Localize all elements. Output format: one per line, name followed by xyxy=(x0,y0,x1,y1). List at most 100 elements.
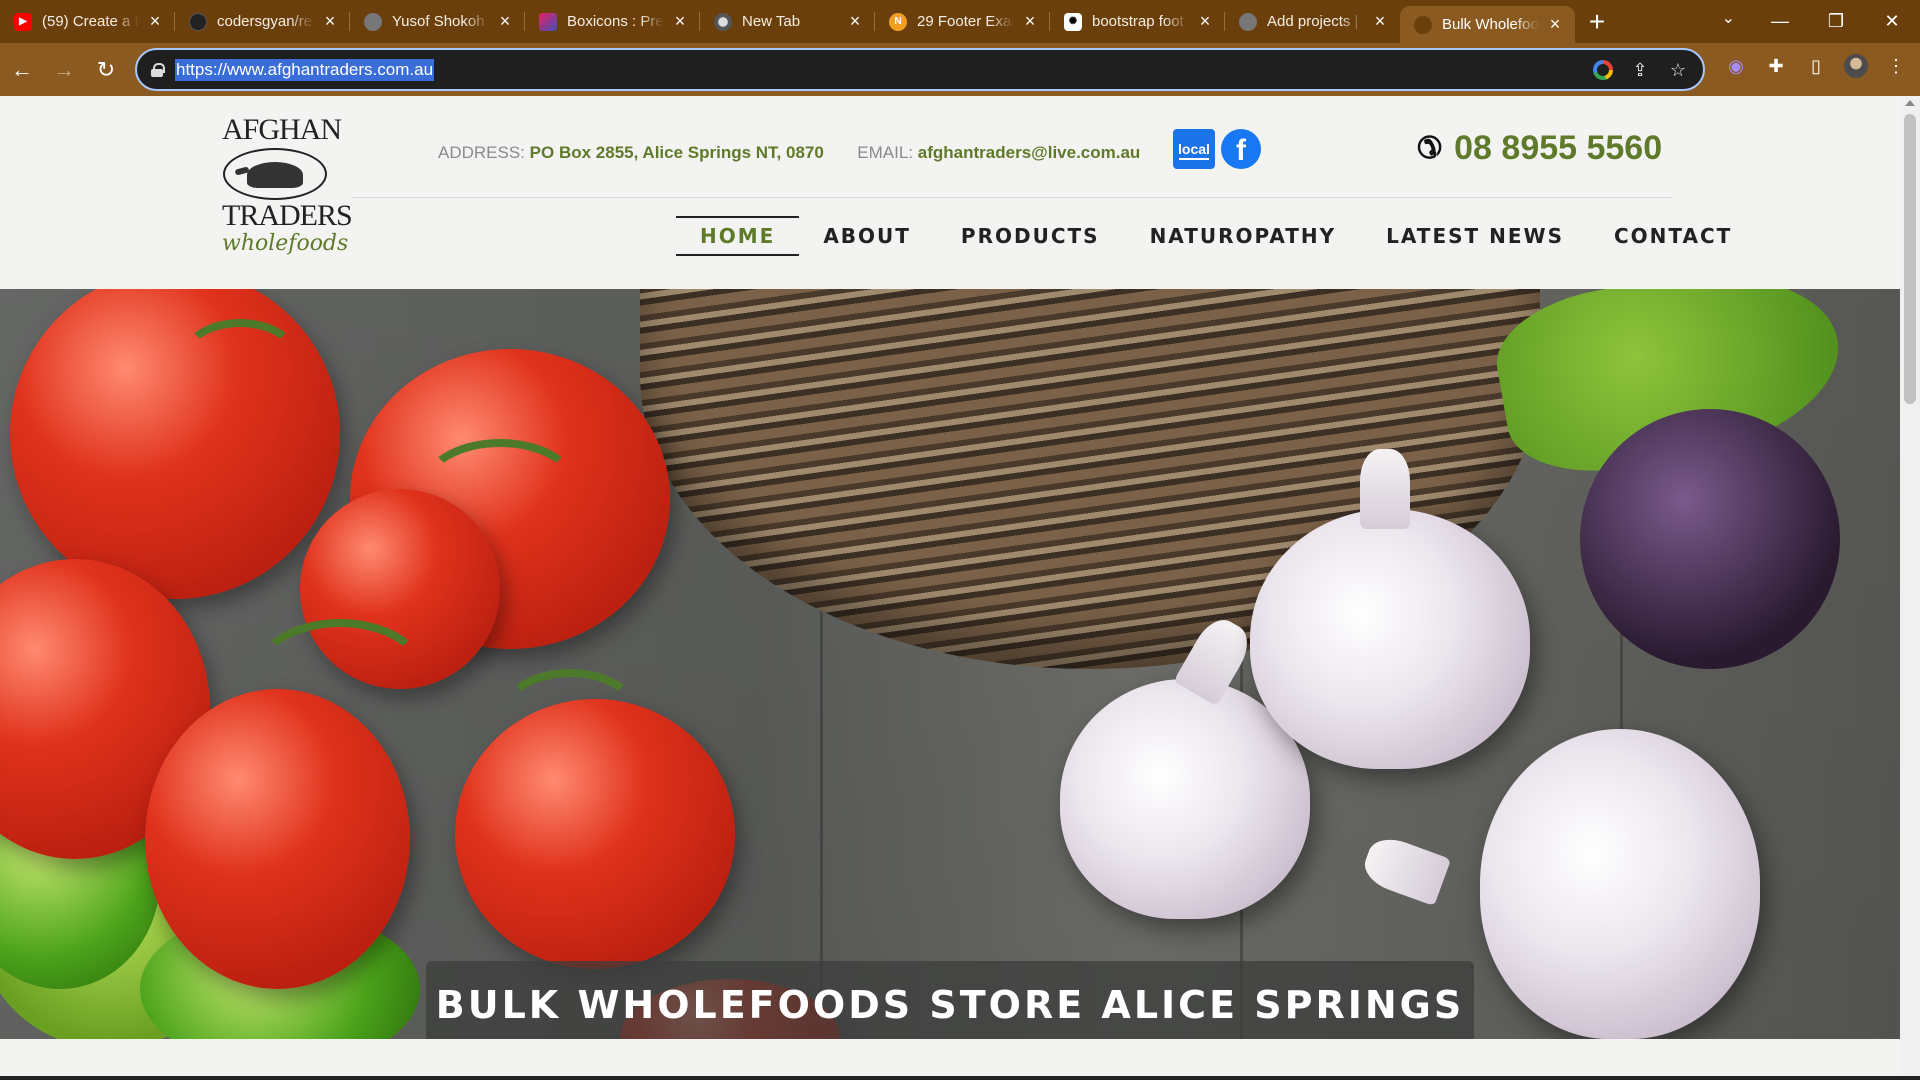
close-window-icon[interactable]: ✕ xyxy=(1864,11,1920,32)
browser-tab[interactable]: ✺ bootstrap foot × xyxy=(1050,0,1225,43)
phone-number[interactable]: ✆ 08 8955 5560 xyxy=(1417,129,1662,168)
main-nav: HOME ABOUT PRODUCTS NATUROPATHY LATEST N… xyxy=(676,216,1732,256)
browser-tab[interactable]: New Tab × xyxy=(700,0,875,43)
browser-tab[interactable]: ▶ (59) Create a F × xyxy=(0,0,175,43)
hero-caption-text: BULK WHOLEFOODS STORE ALICE SPRINGS xyxy=(435,983,1465,1027)
globe-icon xyxy=(1239,12,1257,31)
address-bar[interactable]: https://www.afghantraders.com.au ⇪ ☆ xyxy=(135,48,1705,91)
profile-avatar-icon[interactable] xyxy=(1844,54,1868,78)
tab-title: Yusof Shokoh xyxy=(392,13,485,30)
nav-home[interactable]: HOME xyxy=(676,216,800,256)
puzzle-icon[interactable]: ✚ xyxy=(1764,54,1788,78)
local-directory-icon[interactable]: local xyxy=(1173,129,1215,169)
scrollbar-thumb[interactable] xyxy=(1904,114,1916,404)
logo-script-text: wholefoods xyxy=(222,231,349,256)
tab-title: Bulk Wholefoo xyxy=(1442,16,1539,33)
close-icon[interactable]: × xyxy=(145,11,165,32)
boxicons-icon xyxy=(539,12,557,31)
tab-title: (59) Create a F xyxy=(42,13,139,30)
phone-icon: ✆ xyxy=(1417,132,1443,165)
nav-products[interactable]: PRODUCTS xyxy=(961,216,1100,256)
tab-search-icon[interactable]: ⌄ xyxy=(1722,8,1735,28)
bookmark-star-icon[interactable]: ☆ xyxy=(1667,59,1689,81)
reload-icon[interactable]: ↻ xyxy=(86,50,126,90)
hero-caption: BULK WHOLEFOODS STORE ALICE SPRINGS xyxy=(426,961,1474,1039)
browser-tab[interactable]: codersgyan/re × xyxy=(175,0,350,43)
globe-icon xyxy=(364,12,382,31)
facebook-icon[interactable]: f xyxy=(1221,129,1261,169)
close-icon[interactable]: × xyxy=(1020,11,1040,32)
tab-title: Add projects | xyxy=(1267,13,1359,30)
camel-icon xyxy=(1414,15,1432,34)
nav-contact[interactable]: CONTACT xyxy=(1614,216,1732,256)
logo-text-top: AFGHAN xyxy=(222,113,342,146)
tomato-vine xyxy=(500,669,640,759)
close-icon[interactable]: × xyxy=(320,11,340,32)
phone-text: 08 8955 5560 xyxy=(1454,129,1663,167)
github-icon xyxy=(189,12,207,31)
browser-tab-strip: ▶ (59) Create a F × codersgyan/re × Yuso… xyxy=(0,0,1920,43)
address-text: PO Box 2855, Alice Springs NT, 0870 xyxy=(529,143,824,162)
forward-icon[interactable]: → xyxy=(44,50,84,90)
side-panel-icon[interactable]: ▯ xyxy=(1804,54,1828,78)
close-icon[interactable]: × xyxy=(670,11,690,32)
back-icon[interactable]: ← xyxy=(2,50,42,90)
garlic-bulb-image xyxy=(1480,729,1760,1039)
tab-title: Boxicons : Prer xyxy=(567,13,664,30)
tab-title: codersgyan/re xyxy=(217,13,313,30)
eggplant-image xyxy=(1580,409,1840,669)
hero-banner: BULK WHOLEFOODS STORE ALICE SPRINGS xyxy=(0,289,1900,1039)
window-bottom-edge xyxy=(0,1076,1920,1080)
address-label: ADDRESS: xyxy=(438,143,525,162)
tomato-vine xyxy=(420,439,580,539)
tab-title: New Tab xyxy=(742,13,801,30)
contact-info: ADDRESS: PO Box 2855, Alice Springs NT, … xyxy=(438,143,1140,163)
profile-icon xyxy=(714,12,732,31)
google-lens-icon[interactable] xyxy=(1593,60,1613,80)
nav-latest-news[interactable]: LATEST NEWS xyxy=(1386,216,1564,256)
facebook-glyph: f xyxy=(1236,134,1246,167)
local-badge-text: local xyxy=(1178,141,1210,157)
browser-tab[interactable]: Yusof Shokoh × xyxy=(350,0,525,43)
tab-title: 29 Footer Exar xyxy=(917,13,1014,30)
extension-icon[interactable]: ◉ xyxy=(1724,54,1748,78)
browser-tab-active[interactable]: Bulk Wholefoo × xyxy=(1400,6,1575,43)
new-tab-button[interactable]: + xyxy=(1575,0,1619,43)
camel-icon xyxy=(223,148,327,200)
close-icon[interactable]: × xyxy=(1545,14,1565,35)
close-icon[interactable]: × xyxy=(845,11,865,32)
browser-tab[interactable]: Boxicons : Prer × xyxy=(525,0,700,43)
close-icon[interactable]: × xyxy=(495,11,515,32)
nav-about[interactable]: ABOUT xyxy=(823,216,911,256)
extensions-area: ◉ ✚ ▯ ⋮ xyxy=(1724,54,1908,78)
header-divider xyxy=(352,197,1672,198)
web-page: AFGHAN TRADERS wholefoods ADDRESS: PO Bo… xyxy=(0,96,1900,1080)
address-bar-actions: ⇪ ☆ xyxy=(1593,59,1689,81)
window-controls: — ❐ ✕ xyxy=(1752,0,1920,43)
youtube-icon: ▶ xyxy=(14,12,32,31)
restore-icon[interactable]: ❐ xyxy=(1808,11,1864,32)
page-scrollbar[interactable] xyxy=(1900,96,1920,1080)
share-icon[interactable]: ⇪ xyxy=(1629,59,1651,81)
tomato-vine xyxy=(180,319,300,399)
browser-tab[interactable]: N 29 Footer Exar × xyxy=(875,0,1050,43)
site-logo[interactable]: AFGHAN TRADERS wholefoods xyxy=(222,113,353,264)
email-link[interactable]: afghantraders@live.com.au xyxy=(918,143,1141,162)
nav-naturopathy[interactable]: NATUROPATHY xyxy=(1150,216,1337,256)
minimize-icon[interactable]: — xyxy=(1752,11,1808,32)
close-icon[interactable]: × xyxy=(1195,11,1215,32)
garlic-stem xyxy=(1358,831,1452,907)
menu-icon[interactable]: ⋮ xyxy=(1884,54,1908,78)
garlic-bulb-image xyxy=(1250,509,1530,769)
browser-tab[interactable]: Add projects | × xyxy=(1225,0,1400,43)
url-text[interactable]: https://www.afghantraders.com.au xyxy=(175,58,435,81)
close-icon[interactable]: × xyxy=(1370,11,1390,32)
garlic-stem xyxy=(1360,449,1410,529)
scroll-up-icon[interactable] xyxy=(1905,100,1915,106)
browser-toolbar: ← → ↻ https://www.afghantraders.com.au ⇪… xyxy=(0,43,1920,96)
email-label: EMAIL: xyxy=(857,143,914,162)
lock-icon[interactable] xyxy=(151,62,165,77)
site-icon: N xyxy=(889,12,907,31)
page-content-start xyxy=(0,1039,1900,1080)
tomato-image xyxy=(10,289,340,599)
